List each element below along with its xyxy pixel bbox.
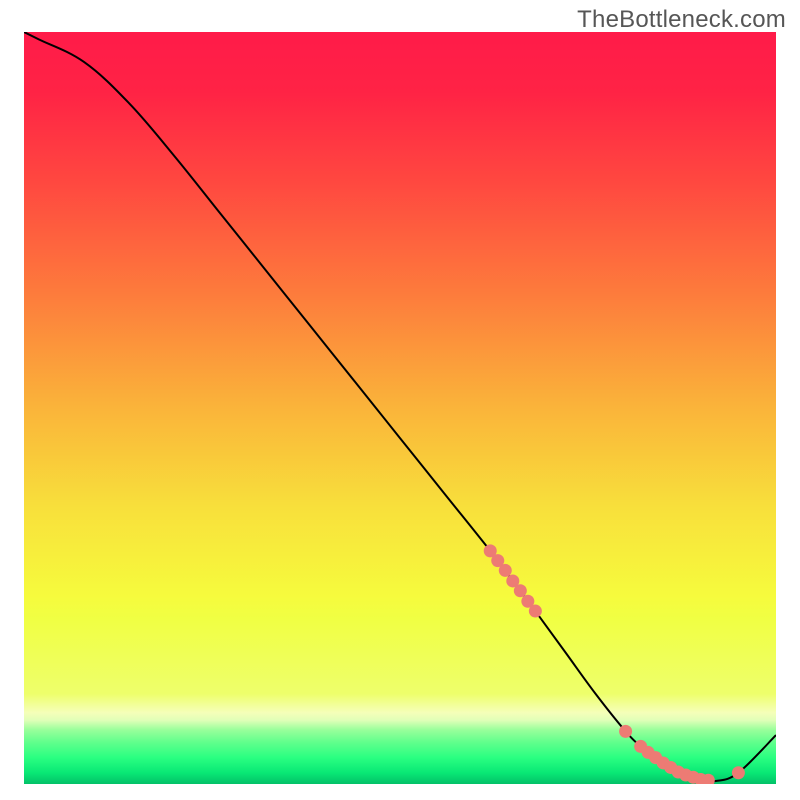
chart-svg — [24, 32, 776, 784]
data-point — [732, 766, 745, 779]
gradient-background — [24, 32, 776, 784]
data-point — [619, 725, 632, 738]
data-point — [529, 605, 542, 618]
plot-area — [24, 32, 776, 784]
data-point — [499, 564, 512, 577]
chart-container: TheBottleneck.com — [0, 0, 800, 800]
data-point — [514, 584, 527, 597]
watermark-text: TheBottleneck.com — [577, 6, 786, 34]
